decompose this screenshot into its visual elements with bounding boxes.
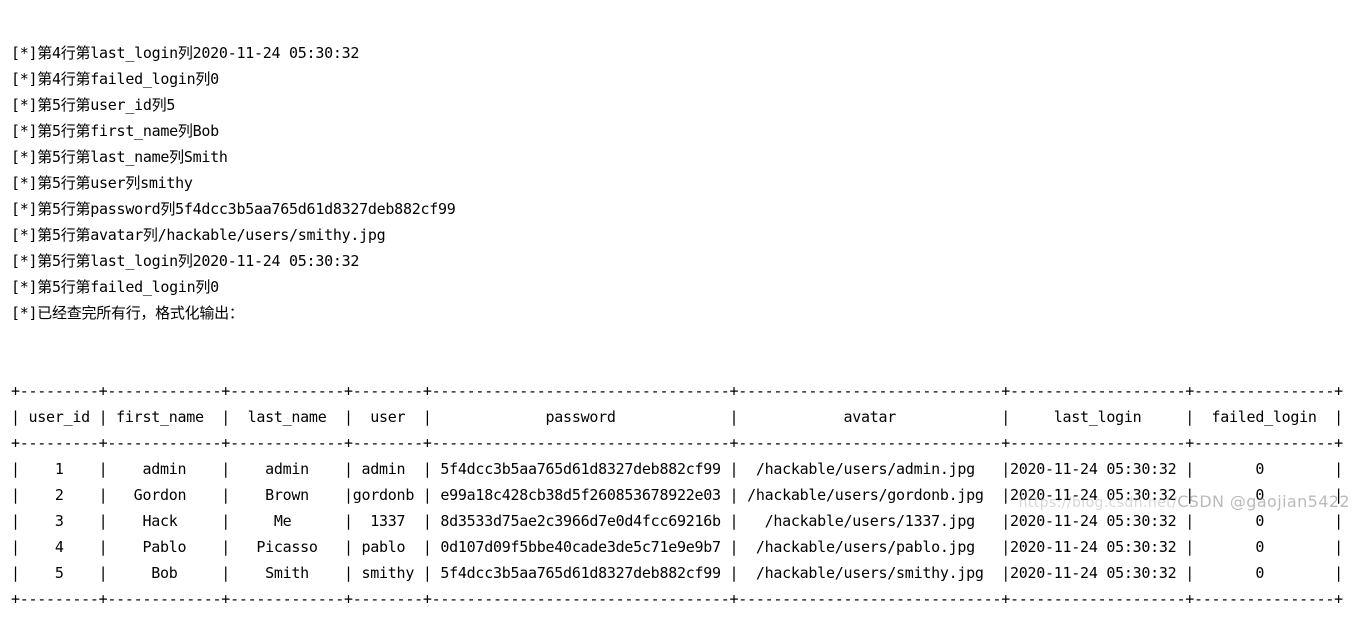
log-line: [*]第4行第failed_login列0 [11, 70, 219, 88]
log-line: [*]第5行第avatar列/hackable/users/smithy.jpg [11, 226, 386, 244]
table-separator: +---------+-------------+-------------+-… [11, 434, 1343, 452]
table-separator: +---------+-------------+-------------+-… [11, 382, 1343, 400]
table-row: | 3 | Hack | Me | 1337 | 8d3533d75ae2c39… [11, 512, 1343, 530]
log-line: [*]已经查完所有行，格式化输出： [11, 304, 244, 322]
table-row: | 4 | Pablo | Picasso | pablo | 0d107d09… [11, 538, 1343, 556]
log-line: [*]第5行第first_name列Bob [11, 122, 219, 140]
ascii-table: +---------+-------------+-------------+-… [11, 378, 1343, 612]
log-line: [*]第5行第last_name列Smith [11, 148, 228, 166]
log-line: [*]第5行第user列smithy [11, 174, 193, 192]
table-row: | 5 | Bob | Smith | smithy | 5f4dcc3b5aa… [11, 564, 1343, 582]
table-separator: +---------+-------------+-------------+-… [11, 590, 1343, 608]
log-line: [*]第4行第last_login列2020-11-24 05:30:32 [11, 44, 360, 62]
log-line: [*]第5行第password列5f4dcc3b5aa765d61d8327de… [11, 200, 456, 218]
log-lines-block: [*]第4行第last_login列2020-11-24 05:30:32 [*]… [11, 40, 1343, 326]
terminal-output: [*]第4行第last_login列2020-11-24 05:30:32 [*]… [11, 0, 1343, 638]
log-line: [*]第5行第user_id列5 [11, 96, 176, 114]
log-line: [*]第5行第last_login列2020-11-24 05:30:32 [11, 252, 360, 270]
table-row: | 1 | admin | admin | admin | 5f4dcc3b5a… [11, 460, 1343, 478]
table-header-row: | user_id | first_name | last_name | use… [11, 408, 1343, 426]
table-row: | 2 | Gordon | Brown |gordonb | e99a18c4… [11, 486, 1343, 504]
log-line: [*]第5行第failed_login列0 [11, 278, 219, 296]
